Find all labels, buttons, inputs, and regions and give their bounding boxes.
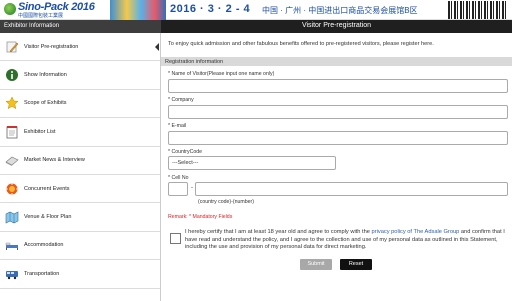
banner-photo-strip [110, 0, 166, 20]
event-icon [4, 181, 20, 197]
page-title: Visitor Pre-registration [161, 20, 512, 33]
certify-text-start: I hereby certify that I am at least 18 y… [185, 229, 372, 235]
sidebar-item-show-information[interactable]: Show Information [0, 61, 160, 90]
map-icon [4, 209, 20, 225]
notepad-icon [4, 124, 20, 140]
privacy-policy-link[interactable]: privacy policy of The Adsale Group [372, 229, 460, 235]
company-input[interactable] [168, 105, 508, 119]
reset-button[interactable]: Reset [340, 259, 372, 270]
sidebar-header: Exhibitor Information [0, 20, 161, 33]
sidebar-item-scope-of-exhibits[interactable]: Scope of Exhibits [0, 90, 160, 119]
name-input[interactable] [168, 79, 508, 93]
sidebar-item-venue-floor-plan[interactable]: Venue & Floor Plan [0, 203, 160, 232]
cell-no-label: * Cell No [168, 175, 189, 181]
sidebar-item-accommodation[interactable]: Accommodation [0, 232, 160, 261]
section-title: Registration information [161, 57, 512, 66]
banner-qr-graphic [448, 1, 506, 19]
info-icon [4, 67, 20, 83]
name-label: * Name of Visitor(Please input one name … [168, 71, 275, 77]
star-icon [4, 95, 20, 111]
logo-globe-icon [4, 3, 16, 15]
certify-statement: I hereby certify that I am at least 18 y… [185, 229, 507, 252]
sidebar-item-label: Market News & Interview [24, 157, 85, 164]
company-label: * Company [168, 97, 194, 103]
cell-hint: (country code)-(number) [198, 199, 254, 205]
sidebar-item-label: Show Information [24, 72, 67, 79]
cell-country-code-input[interactable] [168, 182, 188, 196]
country-code-select[interactable]: ---Select--- [168, 156, 336, 170]
selected-arrow-icon [155, 43, 159, 51]
email-label: * E-mail [168, 123, 187, 129]
banner-date: 2016 · 3 · 2 - 4 [170, 3, 251, 15]
intro-text: To enjoy quick admission and other fabul… [168, 41, 434, 47]
country-code-label: * CountryCode [168, 149, 203, 155]
sidebar-item-exhibitor-list[interactable]: Exhibitor List [0, 118, 160, 147]
sidebar-item-visitor-pre-registration[interactable]: Visitor Pre-registration [0, 33, 160, 62]
sidebar: Visitor Pre-registration Show Informatio… [0, 33, 161, 301]
sidebar-item-label: Accommodation [24, 242, 64, 249]
sidebar-item-label: Concurrent Events [24, 185, 70, 192]
mandatory-remark: Remark: * Mandatory Fields [168, 214, 233, 220]
cell-number-input[interactable] [195, 182, 508, 196]
pencil-icon [4, 39, 20, 55]
bus-icon [4, 266, 20, 282]
cell-dash: - [191, 185, 193, 191]
submit-button[interactable]: Submit [300, 259, 332, 270]
sidebar-item-label: Visitor Pre-registration [24, 43, 79, 50]
logo-subtitle: 中國國際包裝工業展 [18, 13, 64, 19]
news-icon [4, 152, 20, 168]
email-input[interactable] [168, 131, 508, 145]
sidebar-item-label: Scope of Exhibits [24, 100, 67, 107]
sidebar-item-concurrent-events[interactable]: Concurrent Events [0, 175, 160, 204]
banner-venue: 中国 · 广州 · 中国进出口商品交易会展馆B区 [262, 6, 418, 15]
sidebar-item-label: Venue & Floor Plan [24, 214, 72, 221]
sidebar-item-transportation[interactable]: Transportation [0, 260, 160, 289]
agree-checkbox[interactable] [170, 233, 181, 244]
registration-panel: To enjoy quick admission and other fabul… [161, 33, 512, 301]
sidebar-item-label: Exhibitor List [24, 128, 56, 135]
app-root: Sino-Pack 2016 中國國際包裝工業展 2016 · 3 · 2 - … [0, 0, 512, 301]
sidebar-item-market-news[interactable]: Market News & Interview [0, 147, 160, 175]
bed-icon [4, 237, 20, 253]
sino-pack-logo: Sino-Pack 2016 中國國際包裝工業展 [4, 1, 108, 19]
top-banner: Sino-Pack 2016 中國國際包裝工業展 2016 · 3 · 2 - … [0, 0, 512, 20]
sidebar-item-label: Transportation [24, 270, 60, 277]
